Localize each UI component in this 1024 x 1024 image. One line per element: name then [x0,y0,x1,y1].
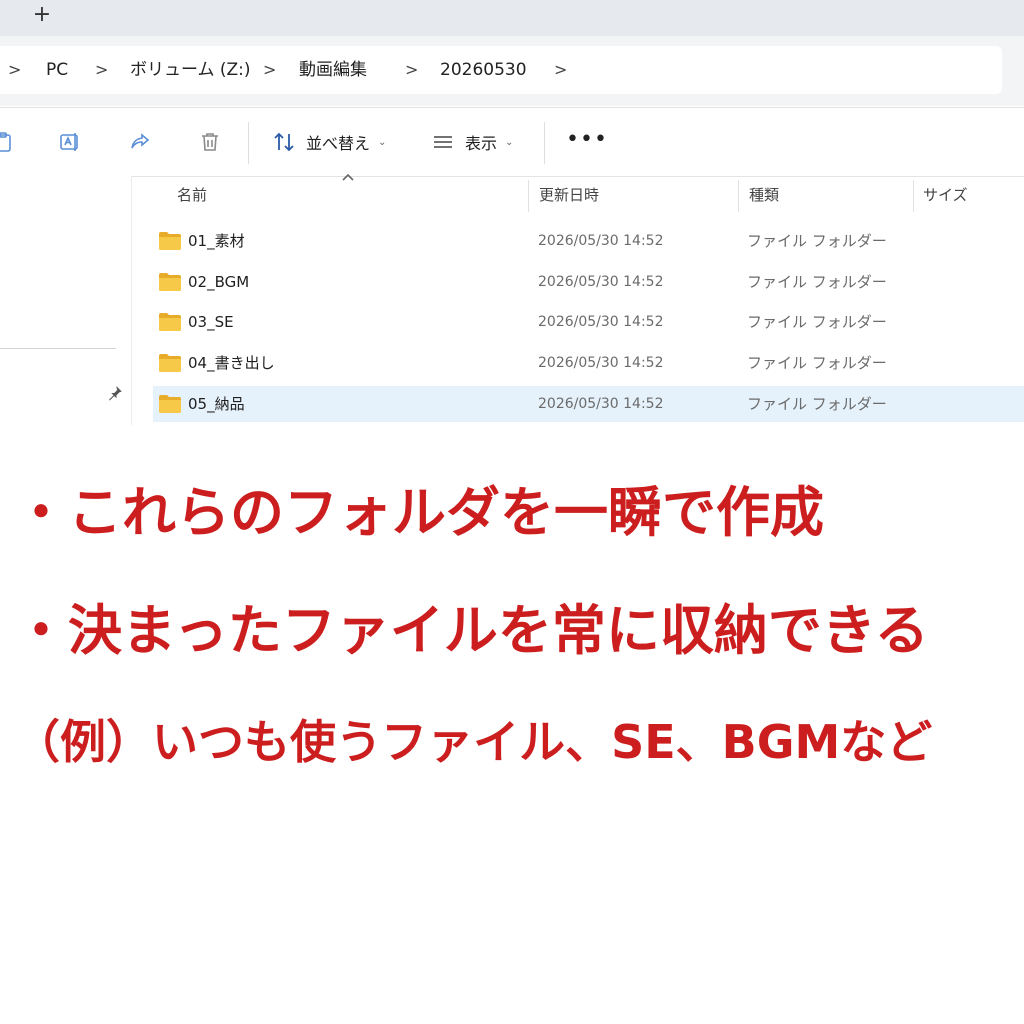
tab-bar: + [0,0,1024,36]
sort-icon [274,132,294,152]
breadcrumb-separator[interactable]: > [8,46,21,94]
file-type: ファイル フォルダー [747,313,887,332]
toolbar-divider [248,122,249,164]
paste-icon[interactable] [0,128,18,156]
column-header-name[interactable]: 名前 [177,176,207,214]
file-row[interactable]: 02_BGM 2026/05/30 14:52 ファイル フォルダー [153,264,1024,300]
caption-line-2: ・決まったファイルを常に収納できる [14,599,929,662]
navigation-pane[interactable] [0,176,132,425]
file-type: ファイル フォルダー [747,272,887,291]
file-explorer-window: + > PC > ボリューム (Z:) > 動画編集 > 20260530 > [0,0,1024,425]
address-strip: > PC > ボリューム (Z:) > 動画編集 > 20260530 > [0,36,1024,106]
breadcrumb-separator[interactable]: > [263,46,276,94]
breadcrumb-separator[interactable]: > [405,46,418,94]
view-button[interactable]: 表示 ⌄ [431,124,513,160]
chevron-down-icon: ⌄ [378,136,387,148]
file-name: 05_納品 [188,394,245,413]
folder-icon [159,272,181,291]
breadcrumb-video-edit[interactable]: 動画編集 [299,46,367,94]
caption-line-1: ・これらのフォルダを一瞬で作成 [14,481,824,544]
sort-button[interactable]: 並べ替え ⌄ [272,124,386,160]
pin-icon[interactable] [106,384,124,402]
column-divider[interactable] [528,180,529,212]
breadcrumb-pc[interactable]: PC [46,46,68,94]
folder-icon [159,313,181,332]
column-divider[interactable] [913,180,914,212]
file-name: 03_SE [188,313,234,332]
file-modified-date: 2026/05/30 14:52 [538,233,664,249]
column-header-size[interactable]: サイズ [923,176,968,214]
new-tab-button[interactable]: + [28,2,56,30]
file-name: 01_素材 [188,232,245,250]
file-list: 名前 更新日時 種類 サイズ 01_素材 2026/05/30 14:52 ファイル… [131,173,1024,425]
breadcrumb-separator[interactable]: > [95,46,108,94]
view-label: 表示 [465,134,498,153]
file-row[interactable]: 01_素材 2026/05/30 14:52 ファイル フォルダー [153,223,1024,259]
column-header-type[interactable]: 種類 [749,176,779,214]
command-bar: 並べ替え ⌄ 表示 ⌄ ••• [0,107,1024,177]
file-row[interactable]: 03_SE 2026/05/30 14:52 ファイル フォルダー [153,304,1024,340]
chevron-down-icon: ⌄ [505,136,514,148]
file-type: ファイル フォルダー [747,354,887,373]
breadcrumb-volume[interactable]: ボリューム (Z:) [130,46,251,94]
file-row[interactable]: 05_納品 2026/05/30 14:52 ファイル フォルダー [153,385,1024,422]
address-bar[interactable]: > PC > ボリューム (Z:) > 動画編集 > 20260530 > [0,46,1002,94]
file-type: ファイル フォルダー [747,232,887,250]
file-modified-date: 2026/05/30 14:52 [538,395,664,412]
folder-icon [159,232,181,250]
caption-line-3: （例）いつも使うファイル、SE、BGMなど [14,715,933,769]
file-modified-date: 2026/05/30 14:52 [538,314,664,331]
view-icon [434,136,452,148]
file-modified-date: 2026/05/30 14:52 [538,273,664,290]
file-row[interactable]: 04_書き出し 2026/05/30 14:52 ファイル フォルダー [153,345,1024,381]
file-modified-date: 2026/05/30 14:52 [538,355,664,372]
sort-label: 並べ替え [306,134,371,153]
nav-divider [0,348,116,349]
column-header-modified[interactable]: 更新日時 [539,176,599,214]
file-name: 04_書き出し [188,354,275,373]
file-name: 02_BGM [188,272,250,291]
folder-icon [159,354,181,373]
share-icon[interactable] [126,128,154,156]
column-divider[interactable] [738,180,739,212]
file-type: ファイル フォルダー [747,394,887,413]
toolbar-divider [544,122,545,164]
rename-icon[interactable] [56,128,84,156]
more-options-button[interactable]: ••• [566,129,608,151]
sort-ascending-icon [342,173,354,181]
delete-icon[interactable] [196,128,224,156]
breadcrumb-current-folder[interactable]: 20260530 [440,46,527,94]
folder-icon [159,394,181,413]
breadcrumb-separator[interactable]: > [554,46,567,94]
